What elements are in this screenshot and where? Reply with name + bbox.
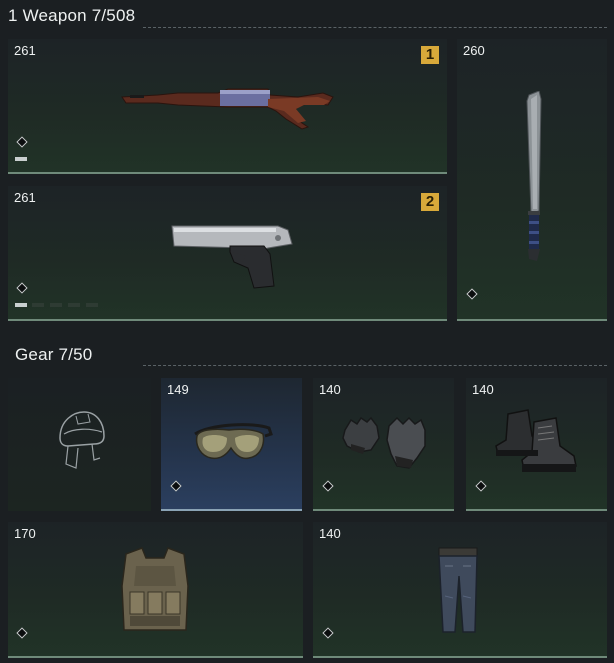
durability-bar-empty — [86, 303, 98, 307]
rarity-diamond-icon — [16, 627, 28, 639]
gloves-icon — [342, 416, 426, 469]
item-count: 140 — [472, 382, 494, 397]
boots-icon — [495, 409, 577, 472]
pistol-icon — [171, 225, 293, 289]
durability-bar — [15, 303, 27, 307]
durability-bar-empty — [32, 303, 44, 307]
boots-slot[interactable]: 140 — [466, 378, 607, 511]
goggles-slot[interactable]: 149 — [161, 378, 302, 511]
helmet-slot[interactable] — [8, 378, 151, 511]
slot-number-badge: 1 — [421, 46, 439, 64]
primary-weapon-slot-2[interactable]: 261 2 — [8, 186, 447, 321]
rarity-diamond-icon — [16, 136, 28, 148]
item-count: 170 — [14, 526, 36, 541]
item-count: 140 — [319, 382, 341, 397]
primary-weapon-slot-1[interactable]: 261 1 — [8, 39, 447, 174]
durability-bar-empty — [50, 303, 62, 307]
item-count: 261 — [14, 190, 36, 205]
vest-icon — [121, 547, 189, 631]
gear-section-title: Gear 7/50 — [15, 345, 93, 364]
rarity-diamond-icon — [16, 282, 28, 294]
item-count: 260 — [463, 43, 485, 58]
gloves-slot[interactable]: 140 — [313, 378, 454, 511]
rarity-diamond-icon — [475, 480, 487, 492]
durability-bar — [15, 157, 27, 161]
weapon-section-title: 1 Weapon 7/508 — [8, 6, 136, 25]
goggles-icon — [194, 423, 273, 460]
melee-weapon-slot[interactable]: 260 — [457, 39, 607, 321]
slot-number-badge: 2 — [421, 193, 439, 211]
item-count: 140 — [319, 526, 341, 541]
vest-slot[interactable]: 170 — [8, 522, 303, 658]
rarity-diamond-icon — [322, 627, 334, 639]
rarity-diamond-icon — [170, 480, 182, 492]
pants-icon — [438, 547, 478, 633]
rarity-diamond-icon — [322, 480, 334, 492]
rifle-icon — [121, 88, 334, 130]
pants-slot[interactable]: 140 — [313, 522, 607, 658]
durability-bar-empty — [68, 303, 80, 307]
section-divider — [143, 27, 607, 28]
rarity-diamond-icon — [466, 288, 478, 300]
item-count: 261 — [14, 43, 36, 58]
helmet-outline-icon — [59, 411, 105, 469]
section-divider — [143, 365, 607, 366]
machete-icon — [526, 91, 542, 261]
item-count: 149 — [167, 382, 189, 397]
